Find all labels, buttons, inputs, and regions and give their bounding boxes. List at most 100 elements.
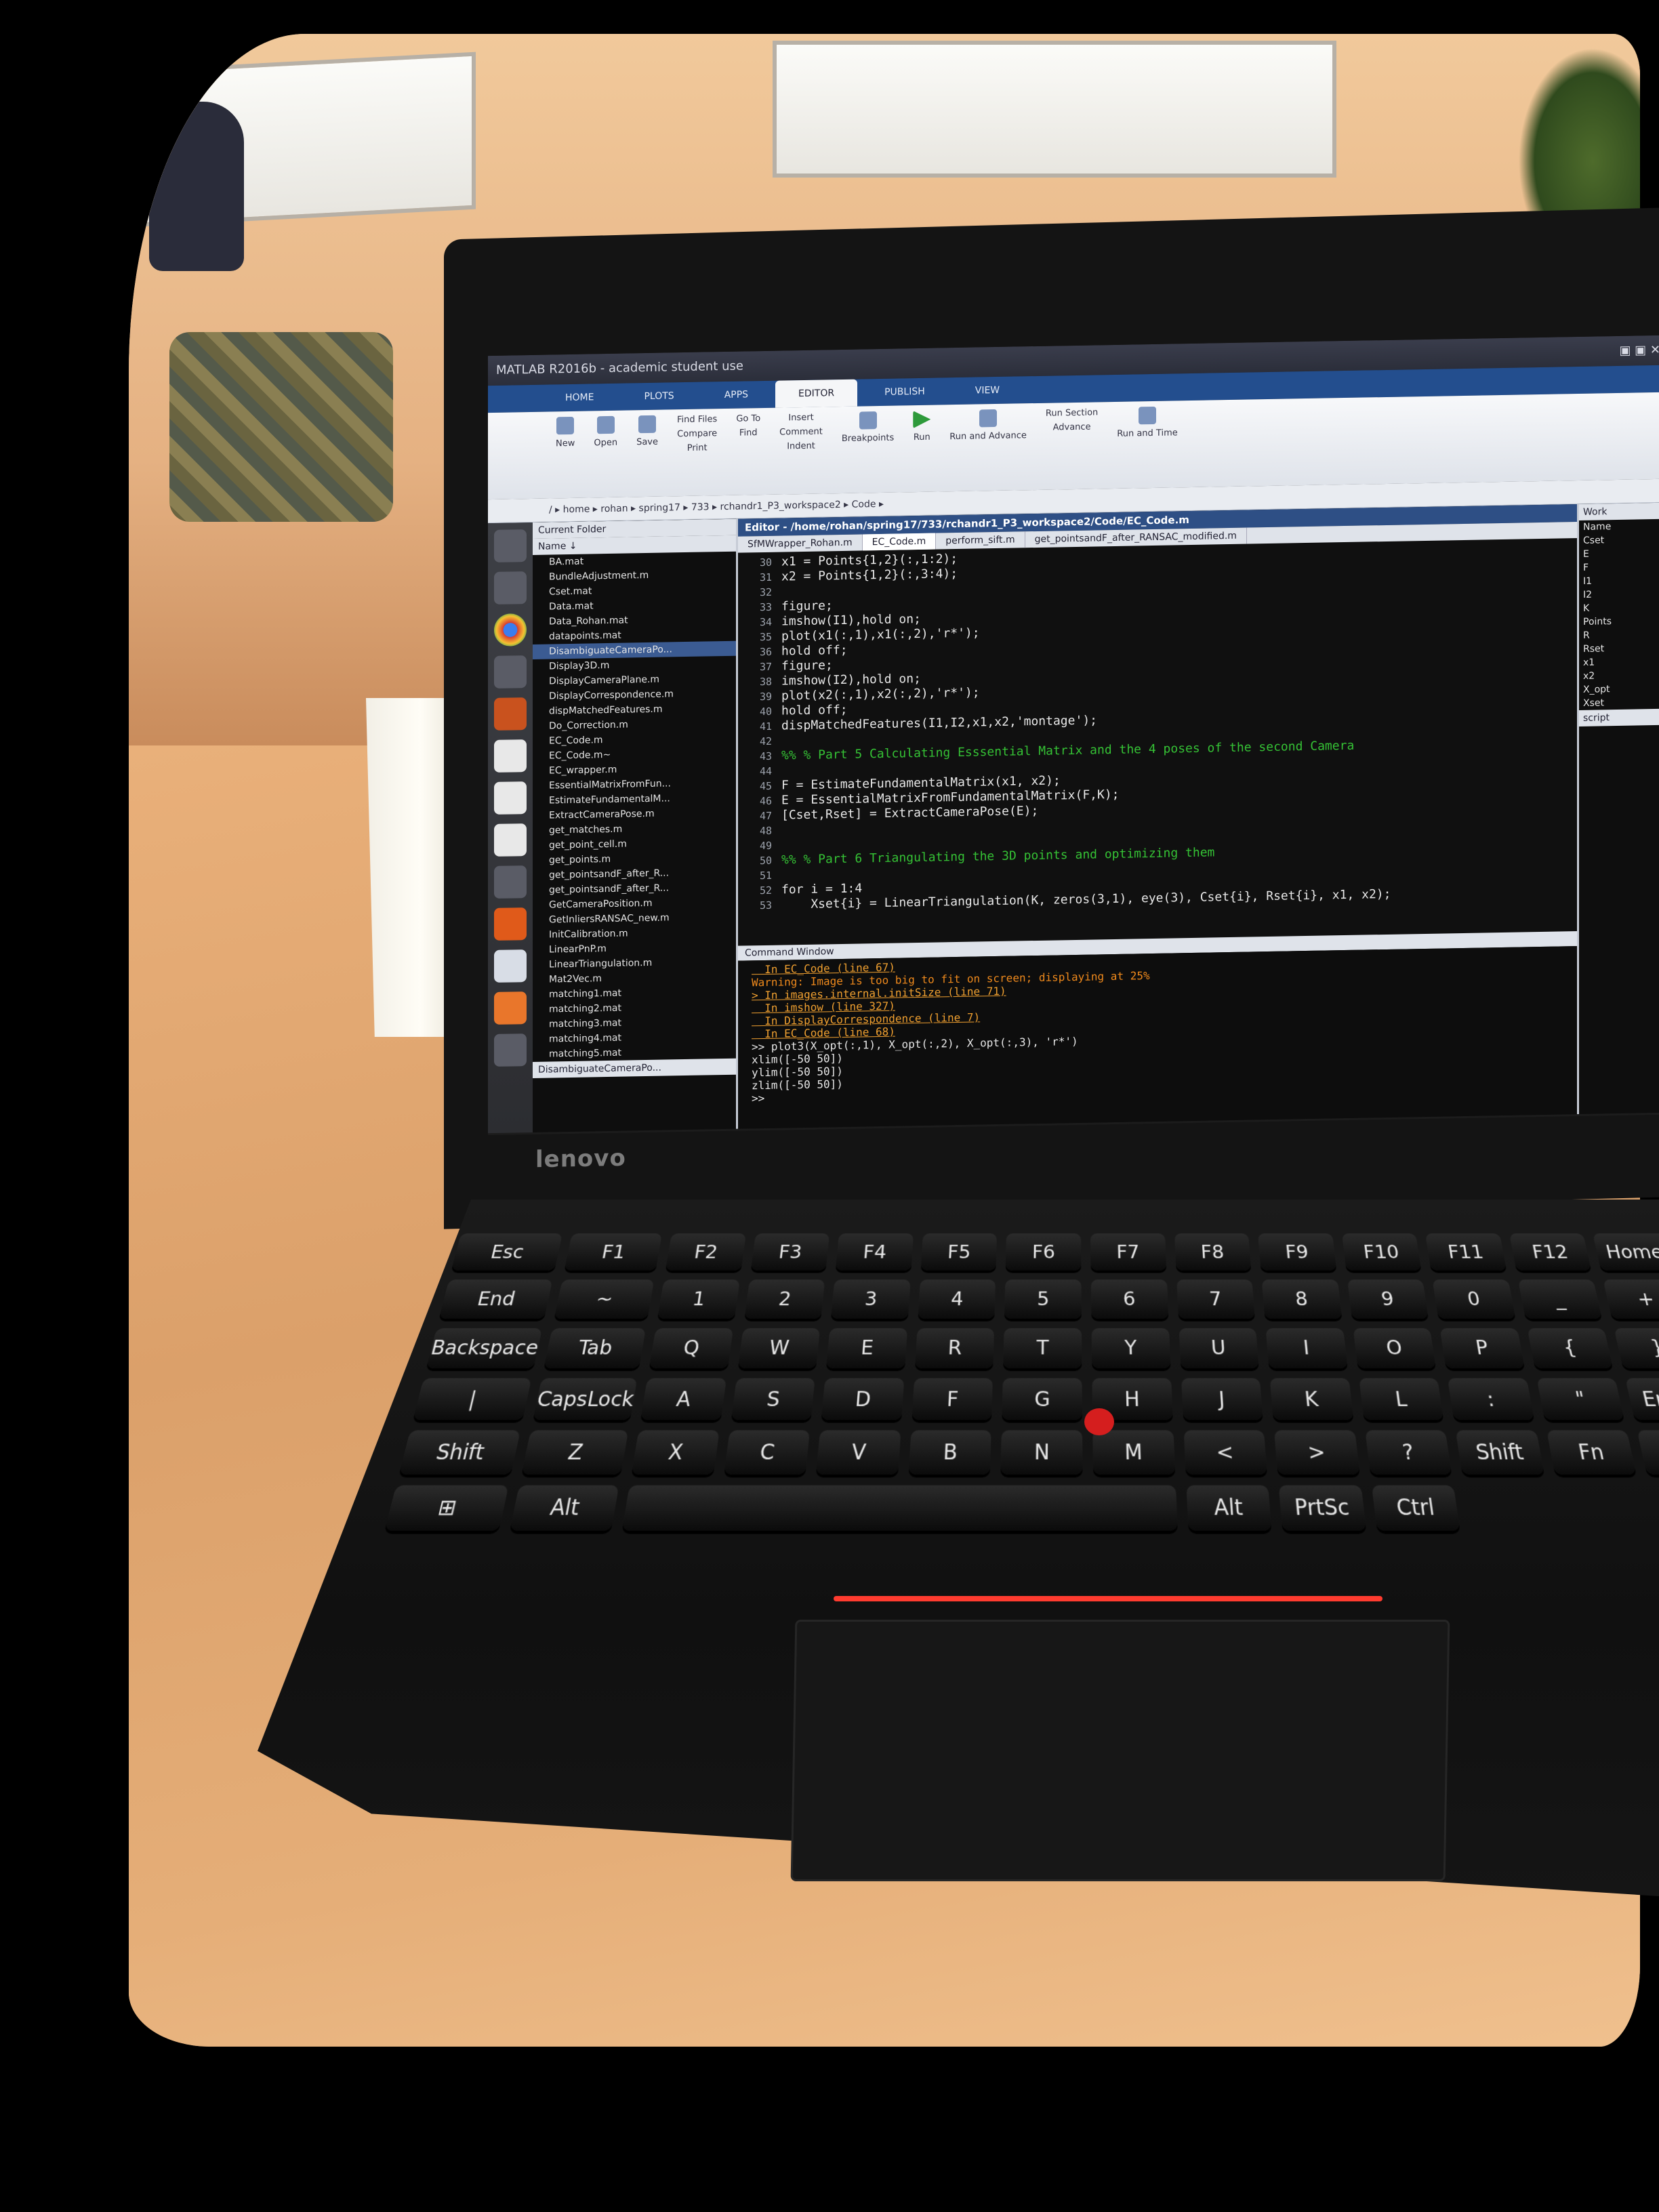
keyboard-key[interactable]: ⊞ <box>384 1485 509 1530</box>
save-button[interactable]: Save <box>636 415 658 497</box>
keyboard-key[interactable]: S <box>731 1378 815 1420</box>
software-center-icon[interactable] <box>494 907 527 941</box>
keyboard-key[interactable]: { <box>1527 1328 1613 1368</box>
keyboard-key[interactable]: Alt <box>1186 1485 1272 1530</box>
amazon-icon[interactable] <box>494 823 527 857</box>
keyboard-key[interactable]: F9 <box>1258 1233 1336 1271</box>
run-section-button[interactable]: Run Section Advance <box>1046 407 1098 489</box>
compare-label[interactable]: Compare <box>677 428 717 439</box>
keyboard-key[interactable]: < <box>1183 1431 1267 1475</box>
settings-icon[interactable] <box>494 865 527 899</box>
workspace-variable[interactable]: Xset <box>1579 695 1659 710</box>
keyboard-key[interactable]: Q <box>649 1328 733 1368</box>
keyboard-key[interactable]: J <box>1181 1378 1263 1420</box>
keyboard-key[interactable]: U <box>1179 1328 1259 1368</box>
workspace-variable[interactable]: Cset <box>1579 533 1659 548</box>
keyboard-key[interactable]: 7 <box>1176 1279 1255 1318</box>
keyboard-key[interactable]: Tab <box>544 1328 646 1368</box>
editor-tab[interactable]: perform_sift.m <box>936 531 1025 549</box>
keyboard-key[interactable] <box>622 1485 1178 1530</box>
keyboard-key[interactable]: Fn <box>1547 1431 1637 1475</box>
keyboard-key[interactable]: K <box>1270 1378 1353 1420</box>
keyboard-key[interactable]: F11 <box>1425 1233 1507 1271</box>
keyboard-key[interactable]: P <box>1440 1328 1525 1368</box>
workspace-variable[interactable]: I1 <box>1579 573 1659 588</box>
keyboard-key[interactable]: ? <box>1365 1431 1452 1475</box>
new-button[interactable]: New <box>556 417 575 498</box>
keyboard-key[interactable]: F4 <box>836 1233 914 1271</box>
keyboard-key[interactable]: L <box>1359 1378 1444 1420</box>
presentation-icon[interactable] <box>494 781 527 815</box>
keyboard-key[interactable]: I <box>1266 1328 1348 1368</box>
keyboard-key[interactable]: C <box>724 1431 810 1475</box>
editor-tab-active[interactable]: EC_Code.m <box>863 533 937 551</box>
print-label[interactable]: Print <box>687 443 708 453</box>
window-controls-icon[interactable]: ▣ ▣ ✕ <box>1619 335 1659 366</box>
trackpad-buttons[interactable] <box>834 1596 1382 1601</box>
keyboard-key[interactable]: T <box>1003 1328 1082 1368</box>
trackpoint[interactable] <box>1084 1408 1114 1435</box>
keyboard-key[interactable]: F6 <box>1006 1233 1081 1271</box>
keyboard-key[interactable]: End <box>439 1279 553 1318</box>
tab-plots[interactable]: PLOTS <box>621 382 697 411</box>
find-files-button[interactable]: Find Files Compare Print <box>677 414 717 496</box>
workspace-variable[interactable]: R <box>1579 628 1659 642</box>
keyboard-key[interactable]: PrtSc <box>1279 1485 1366 1530</box>
workspace-variable[interactable]: Rset <box>1579 641 1659 656</box>
tab-editor[interactable]: EDITOR <box>775 380 857 408</box>
keyboard-key[interactable]: + <box>1603 1279 1659 1318</box>
keyboard-key[interactable]: 6 <box>1091 1279 1168 1318</box>
trackpad[interactable] <box>791 1620 1450 1881</box>
keyboard-key[interactable]: F2 <box>665 1233 746 1271</box>
keyboard-key[interactable]: Alt <box>510 1485 619 1530</box>
tab-apps[interactable]: APPS <box>701 381 771 409</box>
keyboard-key[interactable]: > <box>1274 1431 1359 1475</box>
keyboard-key[interactable]: V <box>816 1431 901 1475</box>
indent-label[interactable]: Indent <box>787 441 815 452</box>
keyboard-key[interactable]: 4 <box>918 1279 996 1318</box>
insert-button[interactable]: Insert Comment Indent <box>779 412 823 494</box>
goto-button[interactable]: Go To Find <box>736 413 760 495</box>
keyboard-key[interactable]: Backspace <box>426 1328 542 1368</box>
keyboard-key[interactable]: Ctrl <box>1637 1431 1659 1475</box>
keyboard-key[interactable]: 9 <box>1347 1279 1429 1318</box>
keyboard-key[interactable]: Y <box>1092 1328 1171 1368</box>
run-button[interactable]: Run <box>913 411 930 492</box>
sublime-icon[interactable] <box>494 697 527 731</box>
keyboard-key[interactable]: X <box>632 1431 720 1475</box>
keyboard-key[interactable]: F <box>912 1378 993 1420</box>
keyboard-key[interactable]: R <box>915 1328 995 1368</box>
keyboard-key[interactable]: ~ <box>554 1279 655 1318</box>
keyboard-key[interactable]: D <box>821 1378 904 1420</box>
tab-publish[interactable]: PUBLISH <box>861 377 948 406</box>
workspace-variable[interactable]: F <box>1579 560 1659 575</box>
keyboard-key[interactable]: " <box>1536 1378 1624 1420</box>
workspace-variable[interactable]: x2 <box>1579 668 1659 683</box>
run-and-time-button[interactable]: Run and Time <box>1117 406 1177 489</box>
keyboard-key[interactable]: F7 <box>1090 1233 1166 1271</box>
keyboard-key[interactable]: : <box>1448 1378 1534 1420</box>
keyboard-key[interactable]: F8 <box>1174 1233 1252 1271</box>
workspace-variable[interactable]: K <box>1579 600 1659 615</box>
keyboard-key[interactable]: F3 <box>750 1233 830 1271</box>
chrome-icon[interactable] <box>494 613 527 647</box>
keyboard-key[interactable]: Shift <box>399 1431 520 1475</box>
keyboard-key[interactable]: 1 <box>657 1279 739 1318</box>
keyboard-key[interactable]: G <box>1002 1378 1082 1420</box>
keyboard-key[interactable]: 2 <box>744 1279 825 1318</box>
code-area[interactable]: 30 x1 = Points{1,2}(:,1:2); 31 x2 = Points{… <box>738 538 1577 946</box>
keyboard-key[interactable]: A <box>640 1378 726 1420</box>
keyboard-key[interactable]: F1 <box>565 1233 662 1271</box>
advance-label[interactable]: Advance <box>1053 422 1091 433</box>
keyboard-key[interactable]: CapsLock <box>533 1378 637 1420</box>
trash-icon[interactable] <box>494 1033 527 1067</box>
keyboard-key[interactable]: Home <box>1593 1233 1659 1271</box>
breakpoints-button[interactable]: Breakpoints <box>842 411 894 493</box>
keyboard-key[interactable]: | <box>413 1378 531 1420</box>
keyboard-key[interactable]: F12 <box>1509 1233 1592 1271</box>
keyboard-key[interactable]: 3 <box>831 1279 910 1318</box>
keyboard-key[interactable]: Enter <box>1626 1378 1659 1420</box>
terminal-icon[interactable] <box>494 655 527 689</box>
document-icon[interactable] <box>494 739 527 773</box>
keyboard-key[interactable]: } <box>1614 1328 1659 1368</box>
